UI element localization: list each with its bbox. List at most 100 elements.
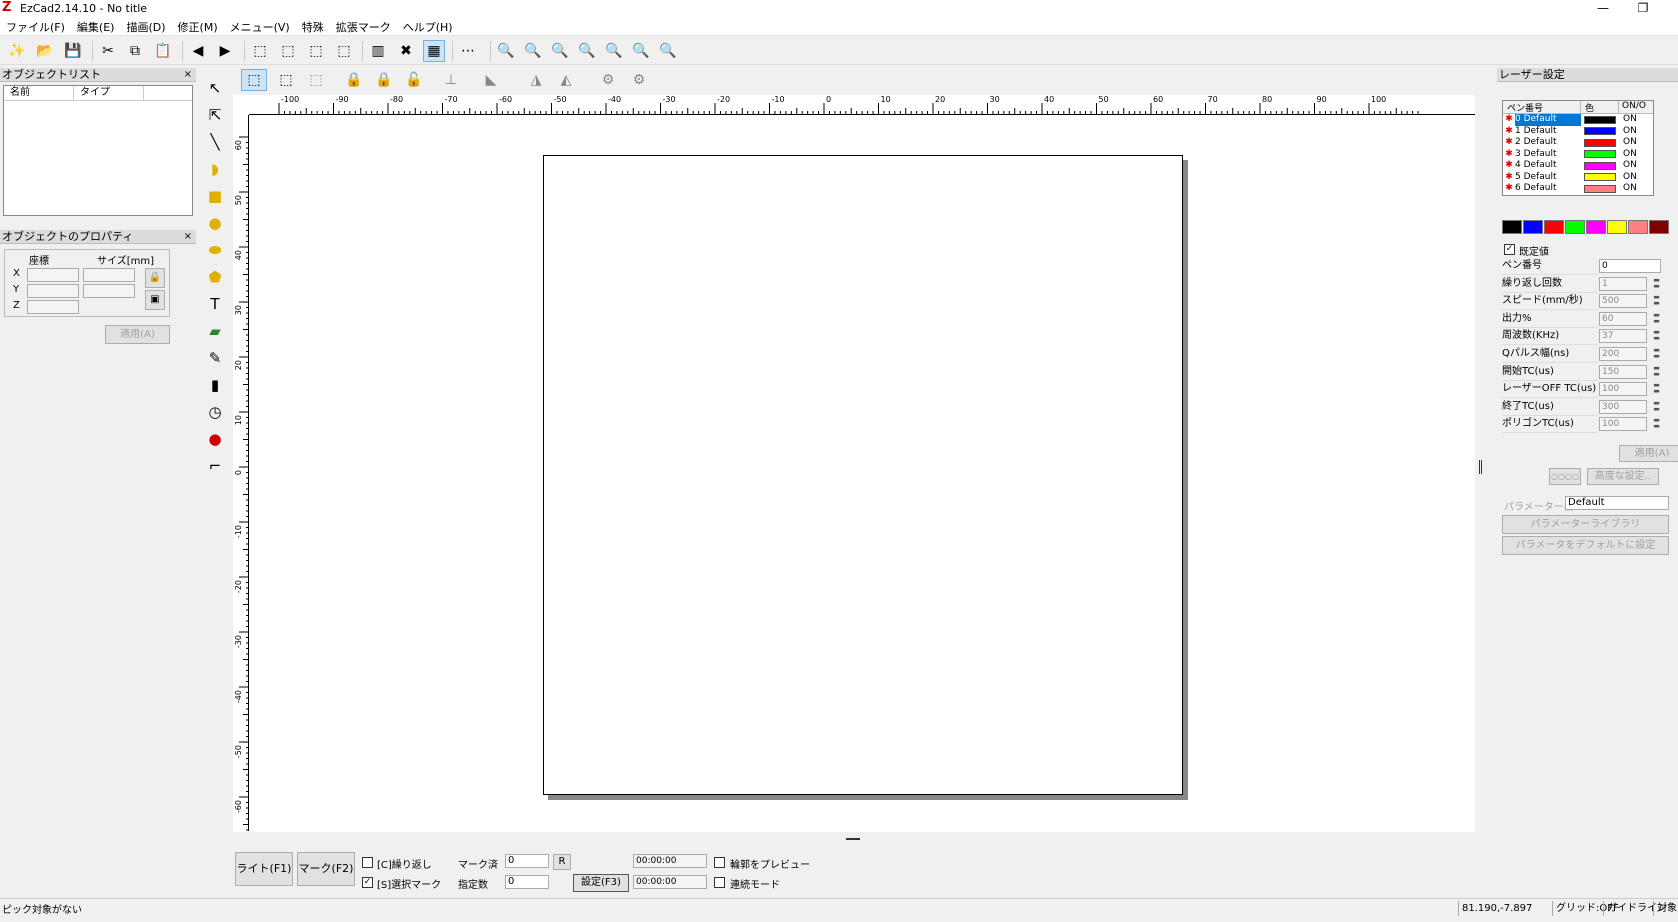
unlock-all-icon[interactable]: 🔓 [401, 69, 427, 91]
height-field[interactable] [83, 284, 135, 298]
parameter-library-button[interactable]: パラメーターライブラリ [1502, 515, 1669, 534]
color-swatch[interactable] [1502, 220, 1522, 234]
spin-icon[interactable]: ▬ ▬ [1649, 347, 1664, 361]
bitmap-icon[interactable]: ▰ [203, 319, 227, 343]
x-coord-field[interactable] [27, 268, 79, 282]
marked-count-field[interactable]: 0 [505, 854, 549, 868]
new-file-icon[interactable]: ✨ [6, 40, 28, 62]
pen-row[interactable]: ✱ 5 Default ON [1503, 172, 1653, 184]
canvas-area[interactable]: -100 -90 -80 -70 -60 -50 -40 -30 -20 -10 0 10 20 30 40… [233, 95, 1475, 832]
menu-help[interactable]: ヘルプ(H) [397, 17, 459, 35]
target-status[interactable]: 対象 [1653, 901, 1677, 916]
bottom-splitter[interactable] [846, 838, 860, 840]
pen-row[interactable]: ✱ 4 Default ON [1503, 160, 1653, 172]
trim-icon[interactable]: ⚙ [626, 69, 652, 91]
set-default-button[interactable]: パラメータをデフォルトに設定 [1502, 536, 1669, 555]
grid-icon[interactable]: ▦ [423, 40, 445, 62]
menu-special[interactable]: 特殊 [296, 17, 330, 35]
spin-icon[interactable]: ▬ ▬ [1649, 417, 1664, 431]
param-value[interactable]: 200 [1599, 347, 1647, 361]
apply-button[interactable]: 適用(A) [105, 325, 170, 344]
menu-edit[interactable]: 編集(E) [71, 17, 121, 35]
tools-icon[interactable]: ✖ [395, 40, 417, 62]
node-edit-arrow-icon[interactable]: ⇱ [203, 103, 227, 127]
menu-file[interactable]: ファイル(F) [0, 17, 71, 35]
barcode-icon[interactable]: ▮ [203, 373, 227, 397]
default-checkbox[interactable]: ✓ [1504, 244, 1515, 255]
reset-button[interactable]: R [553, 854, 571, 870]
weld-icon[interactable]: ⚙ [595, 69, 621, 91]
mirror-horizontal-icon[interactable]: ◮ [523, 69, 549, 91]
save-icon[interactable]: 💾 [62, 40, 84, 62]
color-swatch[interactable] [1628, 220, 1648, 234]
spin-icon[interactable]: ▬ ▬ [1649, 382, 1664, 396]
ungroup-icon[interactable]: ⬚ [303, 69, 329, 91]
select-mark-checkbox[interactable]: ✓ [362, 877, 373, 888]
group-select-icon[interactable]: ⬚ [241, 69, 267, 91]
zoom-selected-icon[interactable]: 🔍 [630, 40, 652, 62]
pen-row[interactable]: ✱ 2 Default ON [1503, 137, 1653, 149]
param-name-field[interactable]: Default [1565, 496, 1669, 510]
advanced-settings-button[interactable]: 高度な設定.. [1587, 468, 1659, 485]
copy-icon[interactable]: ⧉ [124, 40, 146, 62]
curve-icon[interactable]: ◗ [203, 157, 227, 181]
minimize-button[interactable]: — [1590, 0, 1616, 17]
select-all-icon[interactable]: ⬚ [305, 40, 327, 62]
mirror-vertical-icon[interactable]: ◭ [553, 69, 579, 91]
count-field[interactable]: 0 [505, 875, 549, 889]
redo-icon[interactable]: ▶ [214, 40, 236, 62]
settings-button[interactable]: 設定(F3) [573, 874, 629, 892]
object-list[interactable]: 名前 タイプ [3, 85, 193, 216]
continuous-checkbox[interactable] [714, 877, 725, 888]
position-icon[interactable]: ⊥ [438, 69, 464, 91]
z-coord-field[interactable] [27, 300, 79, 314]
text-icon[interactable]: T [203, 292, 227, 316]
spin-icon[interactable]: ▬ ▬ [1649, 276, 1664, 291]
line-icon[interactable]: ╲ [203, 130, 227, 154]
unlock-object-icon[interactable]: 🔒 [371, 69, 397, 91]
workspace-area[interactable] [543, 155, 1183, 795]
pen-list[interactable]: ペン番号 色 ON/O ✱ 0 Default ON ✱ 1 Default ON ✱ 2 D… [1502, 100, 1654, 196]
pen-number-header[interactable]: ペン番号 [1503, 101, 1581, 114]
lock-object-icon[interactable]: 🔒 [341, 69, 367, 91]
select-invert-icon[interactable]: ⬚ [333, 40, 355, 62]
select-arrow-icon[interactable]: ↖ [203, 76, 227, 100]
zoom-window-icon[interactable]: 🔍 [522, 40, 544, 62]
color-swatch[interactable] [1523, 220, 1543, 234]
param-value[interactable]: 100 [1599, 417, 1647, 432]
close-icon[interactable]: × [184, 230, 192, 244]
pen-row[interactable]: ✱ 3 Default ON [1503, 149, 1653, 161]
zoom-workspace-icon[interactable]: 🔍 [657, 40, 679, 62]
pen-row[interactable]: ✱ 0 Default ON [1503, 114, 1653, 126]
spin-icon[interactable]: ▬ ▬ [1649, 399, 1664, 414]
param-value[interactable]: 100 [1599, 382, 1647, 397]
column-type[interactable]: タイプ [74, 86, 144, 100]
color-swatch[interactable] [1586, 220, 1606, 234]
circle-icon[interactable]: ● [203, 211, 227, 235]
width-field[interactable] [83, 268, 135, 282]
on-off-header[interactable]: ON/O [1619, 101, 1653, 113]
close-icon[interactable]: × [184, 68, 192, 82]
zoom-icon[interactable]: 🔍 [495, 40, 517, 62]
spin-icon[interactable]: ▬ ▬ [1649, 329, 1664, 343]
color-header[interactable]: 色 [1581, 101, 1619, 114]
repeat-checkbox[interactable] [362, 857, 373, 868]
anchor-grid-icon[interactable]: ▣ [145, 290, 165, 310]
param-value[interactable]: 500 [1599, 294, 1647, 309]
cut-icon[interactable]: ✂ [97, 40, 119, 62]
menu-draw[interactable]: 描画(D) [120, 17, 171, 35]
param-value[interactable]: 0 [1599, 259, 1661, 273]
y-coord-field[interactable] [27, 284, 79, 298]
panel-splitter[interactable] [1479, 460, 1482, 474]
laser-apply-button[interactable]: 適用(A) [1619, 445, 1678, 462]
vector-file-icon[interactable]: ✎ [203, 346, 227, 370]
spin-icon[interactable]: ▬ ▬ [1649, 294, 1664, 308]
io-input-icon[interactable]: ● [203, 427, 227, 451]
undo-icon[interactable]: ◀ [187, 40, 209, 62]
timer-icon[interactable]: ◷ [203, 400, 227, 424]
select-node-icon[interactable]: ⬚ [249, 40, 271, 62]
zoom-out-icon[interactable]: 🔍 [576, 40, 598, 62]
param-value[interactable]: 300 [1599, 399, 1647, 414]
oooo-button[interactable]: ○○○○ [1549, 468, 1581, 485]
restore-button[interactable]: ❐ [1630, 0, 1656, 17]
